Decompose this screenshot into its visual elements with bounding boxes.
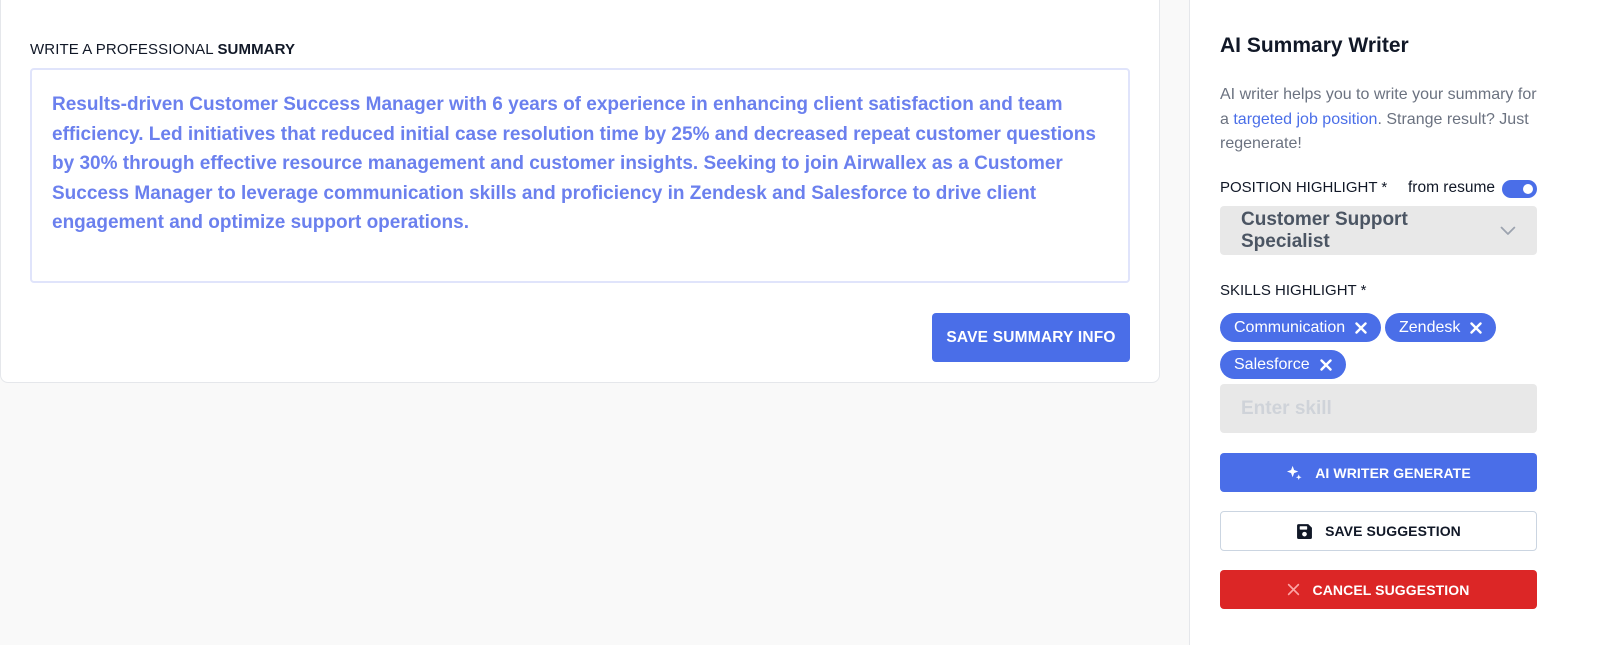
position-required-mark: *: [1381, 179, 1388, 196]
summary-heading-bold: SUMMARY: [217, 41, 296, 58]
skills-required-mark: *: [1360, 282, 1367, 299]
targeted-job-position-link[interactable]: targeted job position: [1233, 111, 1377, 128]
position-highlight-label-text: POSITION HIGHLIGHT: [1220, 179, 1378, 196]
close-icon[interactable]: [1355, 321, 1367, 334]
skill-chip-zendesk: Zendesk: [1385, 313, 1497, 342]
skills-highlight-label: SKILLS HIGHLIGHT *: [1220, 282, 1366, 299]
cancel-suggestion-button[interactable]: CANCEL SUGGESTION: [1220, 570, 1537, 609]
floppy-disk-icon: [1297, 523, 1313, 539]
save-suggestion-label: SAVE SUGGESTION: [1325, 523, 1461, 539]
chevron-down-icon: [1500, 226, 1516, 235]
generate-label: AI WRITER GENERATE: [1315, 464, 1471, 481]
skill-chip-label: Communication: [1234, 318, 1346, 336]
sparkle-icon: [1287, 465, 1302, 481]
from-resume-toggle[interactable]: [1502, 180, 1537, 198]
position-select-value: Customer Support Specialist: [1241, 208, 1408, 252]
save-suggestion-button[interactable]: SAVE SUGGESTION: [1220, 511, 1537, 551]
cancel-suggestion-label: CANCEL SUGGESTION: [1312, 581, 1470, 598]
close-icon: [1288, 583, 1300, 596]
ai-panel-title: AI Summary Writer: [1220, 34, 1409, 57]
skill-chip-communication: Communication: [1220, 313, 1382, 342]
skill-chip-label: Zendesk: [1399, 318, 1461, 336]
ai-writer-generate-button[interactable]: AI WRITER GENERATE: [1220, 453, 1537, 492]
close-icon[interactable]: [1470, 321, 1483, 334]
summary-textarea[interactable]: Results-driven Customer Success Manager …: [30, 68, 1130, 283]
position-select[interactable]: Customer Support Specialist: [1220, 206, 1537, 255]
close-icon[interactable]: [1319, 358, 1332, 371]
ai-panel-description: AI writer helps you to write your summar…: [1220, 83, 1545, 157]
summary-heading: WRITE A PROFESSIONAL SUMMARY: [30, 41, 295, 58]
skills-highlight-label-text: SKILLS HIGHLIGHT: [1220, 282, 1357, 299]
position-highlight-label: POSITION HIGHLIGHT *: [1220, 179, 1387, 196]
toggle-knob: [1523, 184, 1533, 194]
summary-heading-prefix: WRITE A PROFESSIONAL: [30, 41, 214, 58]
from-resume-label: from resume: [1408, 179, 1495, 196]
skill-chip-label: Salesforce: [1234, 355, 1310, 373]
skill-input[interactable]: [1220, 384, 1537, 433]
save-summary-button[interactable]: SAVE SUMMARY INFO: [932, 313, 1130, 362]
skill-chip-salesforce: Salesforce: [1220, 350, 1346, 379]
